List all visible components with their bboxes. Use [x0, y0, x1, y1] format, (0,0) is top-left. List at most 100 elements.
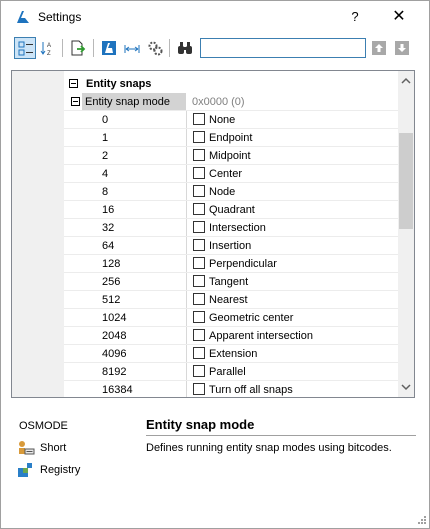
flag-checkbox[interactable] — [193, 167, 205, 179]
flag-row[interactable]: 2048 Apparent intersection — [12, 327, 398, 345]
flag-row[interactable]: 8 Node — [12, 183, 398, 201]
column-divider — [186, 201, 187, 219]
flag-checkbox[interactable] — [193, 113, 205, 125]
help-button[interactable]: ? — [341, 5, 369, 29]
scrollbar-thumb[interactable] — [399, 133, 413, 229]
info-description: Defines running entity snap modes using … — [146, 442, 392, 454]
collapse-setting-toggle[interactable] — [71, 97, 80, 106]
flag-label: Geometric center — [209, 312, 294, 324]
flag-row[interactable]: 512 Nearest — [12, 291, 398, 309]
setting-row-entity-snap-mode[interactable]: Entity snap mode 0x0000 (0) — [12, 93, 398, 111]
flag-code: 1024 — [102, 312, 127, 324]
flag-row[interactable]: 16 Quadrant — [12, 201, 398, 219]
column-divider — [186, 219, 187, 237]
column-divider — [186, 273, 187, 291]
flag-checkbox[interactable] — [193, 293, 205, 305]
flag-code: 64 — [102, 240, 115, 252]
flag-row[interactable]: 16384 Turn off all snaps — [12, 381, 398, 397]
flag-row[interactable]: 4 Center — [12, 165, 398, 183]
flag-row[interactable]: 256 Tangent — [12, 273, 398, 291]
info-divider — [146, 435, 416, 436]
app-logo-icon — [17, 11, 29, 23]
flag-checkbox[interactable] — [193, 311, 205, 323]
flag-label: Extension — [209, 348, 258, 360]
flag-code: 16384 — [102, 384, 133, 396]
column-divider — [186, 165, 187, 183]
search-input[interactable] — [200, 38, 366, 58]
column-divider — [186, 363, 187, 381]
flag-code: 128 — [102, 258, 121, 270]
categorized-view-icon — [18, 41, 33, 56]
settings-window: Settings ? ✕ A Z Entity snaps Entity sna… — [0, 0, 430, 529]
collapse-group-toggle[interactable] — [69, 79, 78, 88]
toolbar-separator — [62, 39, 63, 57]
flag-checkbox[interactable] — [193, 257, 205, 269]
flag-code: 32 — [102, 222, 115, 234]
flag-checkbox[interactable] — [193, 185, 205, 197]
flag-row[interactable]: 64 Insertion — [12, 237, 398, 255]
column-divider — [186, 381, 187, 397]
scroll-down-icon[interactable] — [401, 383, 411, 391]
group-label: Entity snaps — [86, 78, 152, 90]
find-button[interactable] — [174, 37, 196, 59]
flag-checkbox[interactable] — [193, 383, 205, 395]
flag-code: 4 — [102, 168, 109, 180]
column-divider — [186, 237, 187, 255]
flag-row[interactable]: 8192 Parallel — [12, 363, 398, 381]
flag-row[interactable]: 1024 Geometric center — [12, 309, 398, 327]
flag-label: Apparent intersection — [209, 330, 313, 342]
toolbar-separator — [93, 39, 94, 57]
flag-label: Insertion — [209, 240, 252, 252]
arrow-down-icon — [398, 44, 406, 52]
title-bar: Settings ? ✕ — [1, 1, 429, 33]
scroll-up-icon[interactable] — [401, 77, 411, 85]
flag-checkbox[interactable] — [193, 329, 205, 341]
export-button[interactable] — [67, 37, 89, 59]
close-button[interactable]: ✕ — [385, 5, 413, 29]
flag-checkbox[interactable] — [193, 131, 205, 143]
export-icon — [71, 40, 86, 56]
flag-label: Quadrant — [209, 204, 255, 216]
column-divider — [186, 255, 187, 273]
flag-checkbox[interactable] — [193, 275, 205, 287]
run-command-button[interactable] — [98, 37, 120, 59]
flag-row[interactable]: 2 Midpoint — [12, 147, 398, 165]
flag-row[interactable]: 128 Perpendicular — [12, 255, 398, 273]
flag-label: Endpoint — [209, 132, 253, 144]
alphabetical-view-button[interactable]: A Z — [37, 37, 59, 59]
setting-value[interactable]: 0x0000 (0) — [192, 96, 245, 108]
flag-checkbox[interactable] — [193, 239, 205, 251]
flag-row[interactable]: 32 Intersection — [12, 219, 398, 237]
dimension-button[interactable] — [121, 37, 143, 59]
flag-code: 0 — [102, 114, 109, 126]
flag-checkbox[interactable] — [193, 149, 205, 161]
categorized-view-button[interactable] — [14, 37, 36, 59]
flag-code: 1 — [102, 132, 109, 144]
flag-label: Turn off all snaps — [209, 384, 293, 396]
flag-code: 16 — [102, 204, 115, 216]
next-match-button[interactable] — [395, 41, 409, 55]
column-divider — [186, 291, 187, 309]
flag-label: Node — [209, 186, 236, 198]
flag-label: None — [209, 114, 236, 126]
setting-label: Entity snap mode — [85, 96, 170, 108]
column-divider — [186, 147, 187, 165]
resize-grip-icon[interactable] — [417, 515, 427, 525]
find-binoculars-icon — [178, 42, 192, 54]
flag-row[interactable]: 4096 Extension — [12, 345, 398, 363]
group-row-entity-snaps[interactable]: Entity snaps — [12, 75, 398, 93]
keyboard-person-icon — [19, 441, 35, 455]
flag-checkbox[interactable] — [193, 347, 205, 359]
flag-checkbox[interactable] — [193, 203, 205, 215]
flag-row[interactable]: 1 Endpoint — [12, 129, 398, 147]
settings-gear-button[interactable] — [144, 37, 166, 59]
vertical-scrollbar[interactable] — [398, 71, 414, 397]
flag-row[interactable]: 0 None — [12, 111, 398, 129]
info-title: Entity snap mode — [146, 417, 255, 432]
flag-checkbox[interactable] — [193, 365, 205, 377]
flag-checkbox[interactable] — [193, 221, 205, 233]
run-command-icon — [102, 41, 116, 55]
variable-name: OSMODE — [19, 420, 68, 432]
flag-code: 8 — [102, 186, 109, 198]
previous-match-button[interactable] — [372, 41, 386, 55]
